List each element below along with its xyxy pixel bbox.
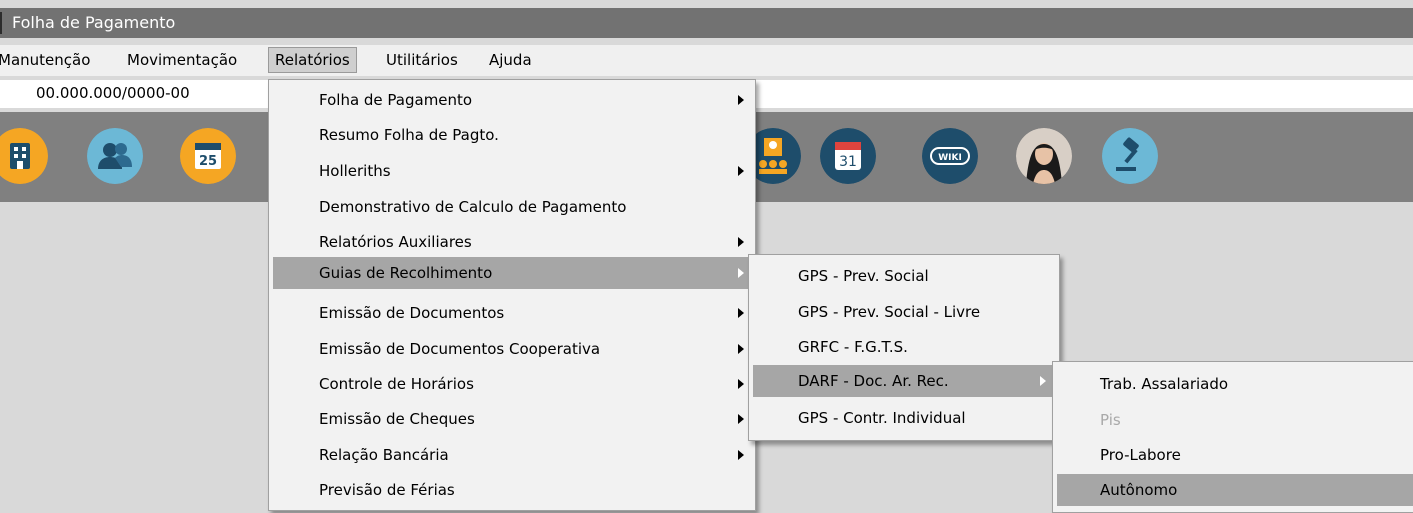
menu-item-label: Resumo Folha de Pagto. [319,126,499,144]
window-title: Folha de Pagamento [12,13,176,32]
menu-item-label: Guias de Recolhimento [319,264,493,282]
submenu-arrow-icon [738,95,744,105]
wiki-icon[interactable]: WIKI [922,128,978,184]
menu-item-previsao-ferias[interactable]: Previsão de Férias [273,474,751,506]
menu-item-gps-prev-social[interactable]: GPS - Prev. Social [753,260,1055,292]
submenu-arrow-icon [1040,376,1046,386]
menu-item-label: Pis [1100,411,1121,429]
menu-item-label: Autônomo [1100,481,1178,499]
menu-item-label: Demonstrativo de Calculo de Pagamento [319,198,627,216]
submenu-arrow-icon [738,268,744,278]
darf-submenu: Trab. Assalariado Pis Pro-Labore Autônom… [1052,361,1413,513]
menu-item-label: Trab. Assalariado [1100,375,1229,393]
menu-movimentacao[interactable]: Movimentação [121,48,243,72]
company-cnpj: 00.000.000/0000-00 [36,84,190,102]
menu-item-label: Holleriths [319,162,391,180]
calendar-31-icon[interactable]: 31 [820,128,876,184]
menu-manutencao[interactable]: Manutenção [0,48,96,72]
menu-ajuda[interactable]: Ajuda [483,48,538,72]
menu-item-label: GRFC - F.G.T.S. [798,338,908,356]
submenu-arrow-icon [738,450,744,460]
menu-item-darf[interactable]: DARF - Doc. Ar. Rec. [753,365,1055,397]
menu-item-relacao-bancaria[interactable]: Relação Bancária [273,439,751,471]
menu-item-folha-de-pagamento[interactable]: Folha de Pagamento [273,84,751,116]
menu-item-label: Previsão de Férias [319,481,455,499]
gavel-icon[interactable] [1102,128,1158,184]
menu-relatorios[interactable]: Relatórios [268,47,357,73]
calendar-day-25: 25 [199,154,217,169]
menu-item-controle-horarios[interactable]: Controle de Horários [273,368,751,400]
calendar-day-31: 31 [839,154,857,170]
assistant-avatar[interactable] [1016,128,1072,184]
menu-item-demonstrativo[interactable]: Demonstrativo de Calculo de Pagamento [273,191,751,223]
building-icon[interactable] [0,128,48,184]
menu-item-trab-assalariado[interactable]: Trab. Assalariado [1057,368,1413,400]
guias-submenu: GPS - Prev. Social GPS - Prev. Social - … [748,254,1060,441]
menu-item-guias-de-recolhimento[interactable]: Guias de Recolhimento [273,257,751,289]
window-edge [0,12,2,34]
relatorios-menu: Folha de Pagamento Resumo Folha de Pagto… [268,79,756,511]
title-bar: Folha de Pagamento [0,8,1413,38]
menu-item-label: Relatórios Auxiliares [319,233,472,251]
submenu-arrow-icon [738,237,744,247]
menu-item-label: Emissão de Documentos [319,304,505,322]
calendar-25-icon[interactable]: 25 [180,128,236,184]
menu-item-relatorios-auxiliares[interactable]: Relatórios Auxiliares [273,226,751,258]
menu-bar: Manutenção Movimentação Relatórios Utili… [0,45,1413,76]
submenu-arrow-icon [738,308,744,318]
menu-item-label: GPS - Contr. Individual [798,409,966,427]
menu-item-label: Relação Bancária [319,446,449,464]
wiki-label: WIKI [938,153,962,163]
submenu-arrow-icon [738,344,744,354]
menu-item-label: Emissão de Cheques [319,410,475,428]
menu-item-label: Emissão de Documentos Cooperativa [319,340,601,358]
menu-item-gps-prev-social-livre[interactable]: GPS - Prev. Social - Livre [753,296,1055,328]
menu-item-resumo-folha[interactable]: Resumo Folha de Pagto. [273,119,751,151]
menu-item-label: Pro-Labore [1100,446,1181,464]
menu-item-label: GPS - Prev. Social [798,267,929,285]
menu-item-emissao-cheques[interactable]: Emissão de Cheques [273,403,751,435]
menu-item-label: GPS - Prev. Social - Livre [798,303,981,321]
menu-item-grfc-fgts[interactable]: GRFC - F.G.T.S. [753,331,1055,363]
menu-item-emissao-documentos[interactable]: Emissão de Documentos [273,297,751,329]
menu-item-label: Controle de Horários [319,375,474,393]
menu-item-label: Folha de Pagamento [319,91,473,109]
menu-utilitarios[interactable]: Utilitários [380,48,464,72]
menu-item-label: DARF - Doc. Ar. Rec. [798,372,949,390]
menu-item-emissao-documentos-cooperativa[interactable]: Emissão de Documentos Cooperativa [273,333,751,365]
submenu-arrow-icon [738,379,744,389]
submenu-arrow-icon [738,166,744,176]
submenu-arrow-icon [738,414,744,424]
menu-item-pis: Pis [1057,404,1413,436]
menu-item-holleriths[interactable]: Holleriths [273,155,751,187]
users-icon[interactable] [87,128,143,184]
menu-item-pro-labore[interactable]: Pro-Labore [1057,439,1413,471]
menu-item-autonomo[interactable]: Autônomo [1057,474,1413,506]
menu-item-gps-contr-individual[interactable]: GPS - Contr. Individual [753,402,1055,434]
